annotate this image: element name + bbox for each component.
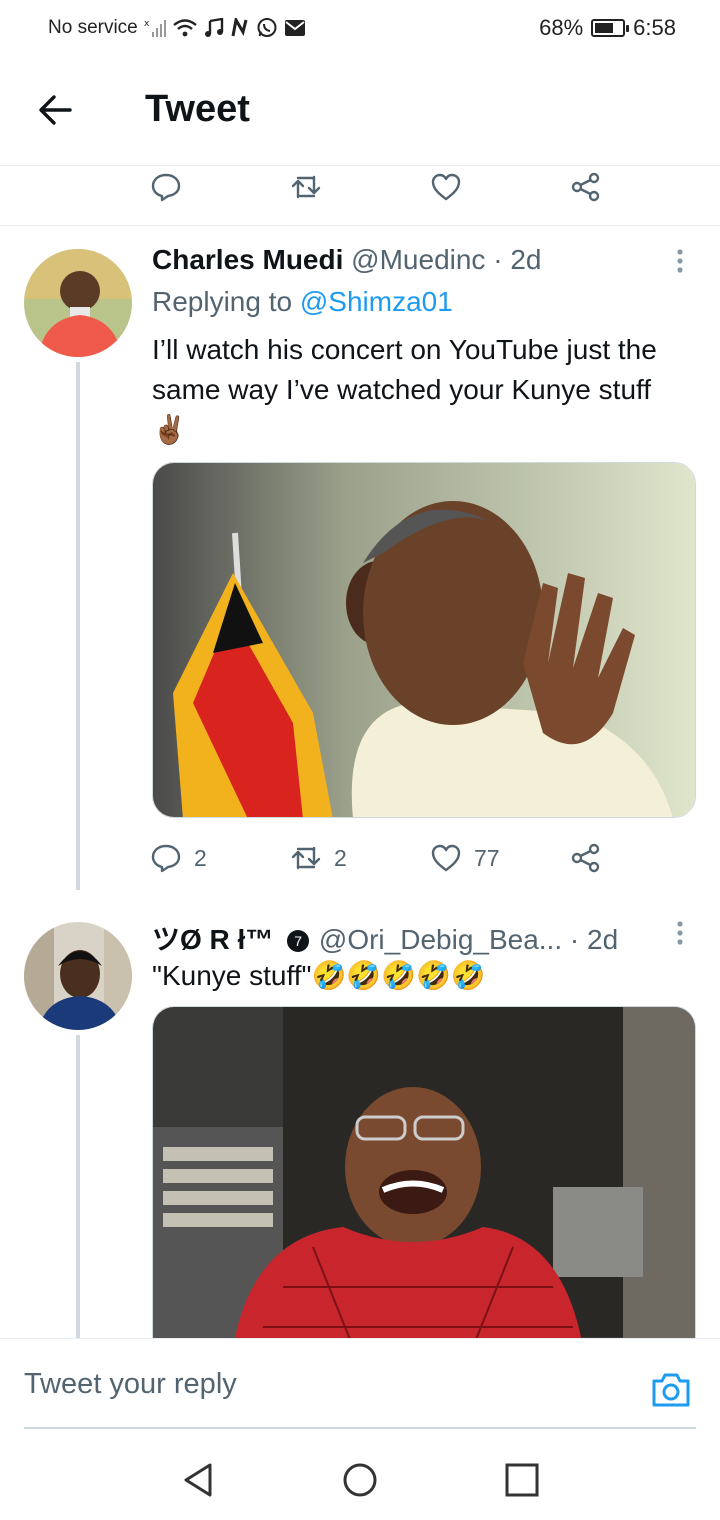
reply-input[interactable]: Tweet your reply: [24, 1361, 624, 1407]
retweet-count: 2: [334, 844, 347, 871]
whatsapp-icon: [256, 17, 278, 39]
music-icon: [204, 18, 224, 38]
more-options-icon[interactable]: [668, 916, 692, 952]
like-button[interactable]: [430, 171, 570, 203]
clock: 6:58: [633, 15, 676, 40]
replying-prefix: Replying to: [152, 286, 293, 317]
like-count: 77: [474, 844, 500, 871]
retweet-icon: [291, 175, 321, 199]
share-icon: [571, 843, 600, 873]
thread-line: [76, 1035, 80, 1338]
n-app-icon: [230, 18, 250, 38]
status-left: No service x: [48, 17, 306, 39]
author-name[interactable]: Charles Muedi: [152, 244, 343, 275]
arrow-left-icon[interactable]: [36, 90, 76, 130]
mail-icon: [284, 19, 306, 37]
reply-underline: [24, 1427, 696, 1429]
tweet-image[interactable]: [152, 1006, 696, 1346]
share-button[interactable]: [570, 171, 602, 203]
reply-button[interactable]: 2: [150, 842, 290, 874]
reply-icon: [151, 173, 181, 202]
author-handle[interactable]: @Ori_Debig_Bea...: [319, 924, 562, 955]
header: Tweet: [0, 56, 720, 166]
avatar[interactable]: [24, 249, 132, 357]
retweet-button[interactable]: [290, 171, 430, 203]
retweet-button[interactable]: 2: [290, 842, 430, 874]
svg-text:x: x: [144, 19, 150, 29]
reply-icon: [151, 844, 181, 873]
tweet-header: ツØ R ł™ 7 @Ori_Debig_Bea... · 2d: [152, 918, 618, 958]
system-nav-bar: [0, 1432, 720, 1520]
like-icon: [431, 173, 461, 201]
more-options-icon[interactable]: [668, 244, 692, 280]
signal-icon: x: [144, 18, 166, 38]
tweet-time: · 2d: [569, 924, 619, 955]
page-title: Tweet: [145, 88, 250, 130]
tweet-text: I’ll watch his concert on YouTube just t…: [152, 334, 657, 445]
tweet-time: · 2d: [493, 244, 542, 275]
like-button[interactable]: 77: [430, 842, 570, 874]
author-handle[interactable]: @Muedinc: [351, 244, 485, 275]
carrier-text: No service: [48, 17, 138, 38]
battery-fill: [595, 23, 614, 33]
badge-number: 7: [294, 933, 303, 949]
section-divider: [0, 225, 720, 226]
share-button[interactable]: [570, 842, 602, 874]
tweet-header: Charles Muedi @Muedinc · 2d: [152, 244, 541, 276]
avatar[interactable]: [24, 922, 132, 1030]
replying-to-link[interactable]: @Shimza01: [300, 286, 453, 317]
reply-button[interactable]: [150, 171, 290, 203]
thread-line: [76, 362, 80, 890]
badge-icon: 7: [287, 930, 310, 952]
nav-home-icon[interactable]: [340, 1460, 380, 1500]
status-right: 68% 6:58: [539, 15, 676, 41]
wifi-icon: [172, 18, 198, 38]
reply-count: 2: [194, 844, 207, 871]
retweet-icon: [291, 846, 321, 870]
tweet-actions: 2 2 77: [150, 833, 620, 883]
tweet-text: "Kunye stuff"🤣🤣🤣🤣🤣: [152, 960, 486, 991]
tweet-image[interactable]: [152, 462, 696, 818]
battery-icon: [591, 19, 630, 37]
share-icon: [571, 172, 600, 202]
replying-to: Replying to @Shimza01: [152, 286, 453, 318]
nav-recents-icon[interactable]: [502, 1460, 542, 1500]
nav-back-icon[interactable]: [180, 1460, 220, 1500]
author-name[interactable]: ツØ R ł™: [152, 924, 273, 955]
status-bar: No service x 68% 6:58: [0, 0, 720, 56]
camera-icon[interactable]: [650, 1369, 692, 1411]
like-icon: [431, 844, 461, 872]
battery-percent: 68%: [539, 15, 584, 40]
reply-bar: Tweet your reply: [0, 1338, 720, 1430]
main-tweet-actions: [150, 162, 620, 212]
